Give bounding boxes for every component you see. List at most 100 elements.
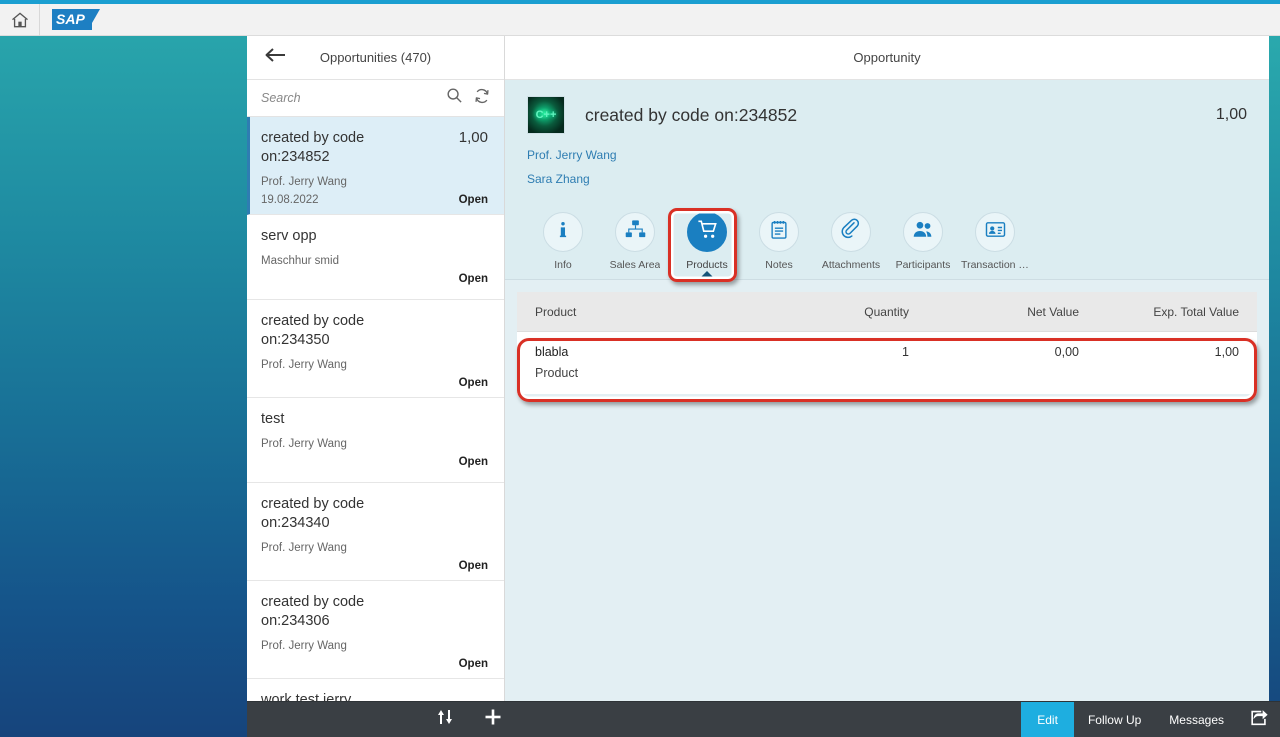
tab-notes[interactable]: Notes bbox=[743, 206, 815, 271]
plus-icon bbox=[483, 707, 503, 732]
contact-link-primary[interactable]: Prof. Jerry Wang bbox=[527, 148, 1247, 162]
tab-icon-circle bbox=[975, 212, 1015, 252]
cell-exp-total-value: 1,00 bbox=[1214, 345, 1239, 359]
tab-transaction[interactable]: Transaction … bbox=[959, 206, 1031, 271]
right-edge-strip bbox=[1269, 36, 1280, 737]
notepad-icon bbox=[768, 219, 790, 246]
column-header-net-value: Net Value bbox=[1027, 304, 1079, 319]
list-item[interactable]: serv opp Maschhur smid Open bbox=[247, 215, 504, 300]
list-item-owner: Prof. Jerry Wang bbox=[261, 359, 347, 371]
list-item-owner: Prof. Jerry Wang bbox=[261, 176, 347, 188]
detail-header: Opportunity bbox=[505, 36, 1269, 80]
edit-button[interactable]: Edit bbox=[1021, 701, 1074, 737]
tab-label: Transaction … bbox=[961, 259, 1029, 271]
info-icon bbox=[552, 219, 574, 246]
add-button[interactable] bbox=[480, 707, 506, 733]
tab-label: Notes bbox=[765, 259, 793, 271]
share-button[interactable] bbox=[1238, 702, 1280, 737]
tab-info[interactable]: Info bbox=[527, 206, 599, 271]
list-item[interactable]: created by code on:234350 Prof. Jerry Wan… bbox=[247, 300, 504, 398]
tab-icon-circle bbox=[759, 212, 799, 252]
cell-product-name: blabla bbox=[535, 345, 569, 359]
tab-attachments[interactable]: Attachments bbox=[815, 206, 887, 271]
opportunities-list[interactable]: created by code on:234852 1,00 Prof. Jerry… bbox=[247, 117, 504, 701]
opportunity-name: created by code on:234852 bbox=[585, 104, 798, 125]
tab-icon-circle bbox=[543, 212, 583, 252]
opportunity-amount: 1,00 bbox=[1215, 106, 1247, 123]
table-row[interactable]: blabla Product 1 0,00 1,00 bbox=[517, 332, 1257, 394]
list-item[interactable]: test Prof. Jerry Wang Open bbox=[247, 398, 504, 483]
facet-tab-bar: Info Sales Area Products Notes Attachments Pa… bbox=[505, 200, 1269, 280]
list-item[interactable]: work test jerryProf. Jerry Wang bbox=[247, 679, 504, 701]
tab-label: Sales Area bbox=[609, 259, 661, 271]
follow-up-button[interactable]: Follow Up bbox=[1074, 702, 1155, 737]
cpp-thumbnail-text: C++ bbox=[535, 109, 557, 121]
list-item-owner: Maschhur smid bbox=[261, 255, 339, 267]
list-item-amount: 1,00 bbox=[458, 129, 488, 146]
sort-arrows-icon bbox=[435, 707, 455, 732]
messages-button[interactable]: Messages bbox=[1155, 702, 1238, 737]
search-icon bbox=[446, 87, 463, 109]
list-item-owner: Prof. Jerry Wang bbox=[261, 542, 347, 554]
list-item-owner: Prof. Jerry Wang bbox=[261, 640, 347, 652]
opportunity-detail-panel: Opportunity C++ created by code on:23485… bbox=[505, 36, 1269, 701]
tab-products[interactable]: Products bbox=[671, 206, 743, 280]
list-item[interactable]: created by code on:234340 Prof. Jerry Wan… bbox=[247, 483, 504, 581]
tab-label: Products bbox=[686, 259, 728, 271]
sort-button[interactable] bbox=[432, 707, 458, 733]
org-chart-icon bbox=[624, 218, 647, 246]
tab-icon-circle bbox=[687, 212, 727, 252]
bottom-toolbar: Edit Follow Up Messages bbox=[247, 701, 1280, 737]
list-item-title: created by code on:234340 bbox=[261, 496, 365, 531]
status-badge: Open bbox=[458, 377, 488, 389]
tab-icon-circle bbox=[831, 212, 871, 252]
master-header: Opportunities (470) bbox=[247, 36, 504, 80]
opportunity-hero: C++ created by code on:234852 1,00 Prof.… bbox=[505, 80, 1269, 200]
paperclip-icon bbox=[840, 218, 863, 246]
cpp-thumbnail-icon: C++ bbox=[527, 96, 565, 134]
home-button[interactable] bbox=[0, 3, 40, 36]
cell-net-value: 0,00 bbox=[1054, 345, 1079, 359]
search-input[interactable] bbox=[261, 91, 440, 105]
back-button[interactable] bbox=[253, 36, 297, 80]
tab-icon-circle bbox=[903, 212, 943, 252]
detail-title: Opportunity bbox=[853, 50, 921, 65]
status-badge: Open bbox=[458, 658, 488, 670]
contact-link-secondary[interactable]: Sara Zhang bbox=[527, 172, 1247, 186]
column-header-quantity: Quantity bbox=[864, 304, 909, 319]
list-item[interactable]: created by code on:234306 Prof. Jerry Wan… bbox=[247, 581, 504, 679]
tab-sales-area[interactable]: Sales Area bbox=[599, 206, 671, 271]
detail-empty-area bbox=[505, 394, 1269, 701]
search-button[interactable] bbox=[440, 84, 468, 112]
list-item[interactable]: created by code on:234852 1,00 Prof. Jerry… bbox=[247, 117, 504, 215]
products-table: Product Quantity Net Value Exp. Total Va… bbox=[517, 292, 1257, 394]
column-header-exp-total-value: Exp. Total Value bbox=[1153, 304, 1239, 319]
tab-label: Info bbox=[554, 259, 572, 271]
app-window: SAP Opportunities (470) Search created b… bbox=[0, 0, 1280, 737]
products-table-header: Product Quantity Net Value Exp. Total Va… bbox=[517, 292, 1257, 332]
status-badge: Open bbox=[458, 273, 488, 285]
top-bar: SAP bbox=[0, 3, 1280, 36]
search-bar bbox=[247, 80, 504, 117]
shopping-cart-icon bbox=[696, 218, 719, 246]
tab-icon-circle bbox=[615, 212, 655, 252]
cell-product-type: Product bbox=[535, 366, 579, 380]
list-item-title: created by code on:234852 bbox=[261, 130, 365, 165]
tab-label: Attachments bbox=[821, 259, 881, 271]
refresh-icon bbox=[473, 87, 491, 110]
opportunities-master-panel: Opportunities (470) Search created by co… bbox=[247, 36, 505, 701]
list-item-owner: Prof. Jerry Wang bbox=[261, 438, 347, 450]
back-arrow-icon bbox=[264, 47, 286, 68]
contact-card-icon bbox=[984, 218, 1007, 246]
list-item-title: serv opp bbox=[261, 228, 317, 244]
list-item-title: created by code on:234306 bbox=[261, 594, 365, 629]
home-icon bbox=[10, 10, 30, 30]
refresh-button[interactable] bbox=[468, 84, 496, 112]
list-item-title: created by code on:234350 bbox=[261, 313, 365, 348]
list-item-date: 19.08.2022 bbox=[261, 194, 319, 206]
sap-logo: SAP bbox=[52, 9, 100, 30]
tab-participants[interactable]: Participants bbox=[887, 206, 959, 271]
status-badge: Open bbox=[458, 194, 488, 206]
list-item-title: test bbox=[261, 411, 285, 427]
sap-logo-text: SAP bbox=[56, 11, 85, 27]
